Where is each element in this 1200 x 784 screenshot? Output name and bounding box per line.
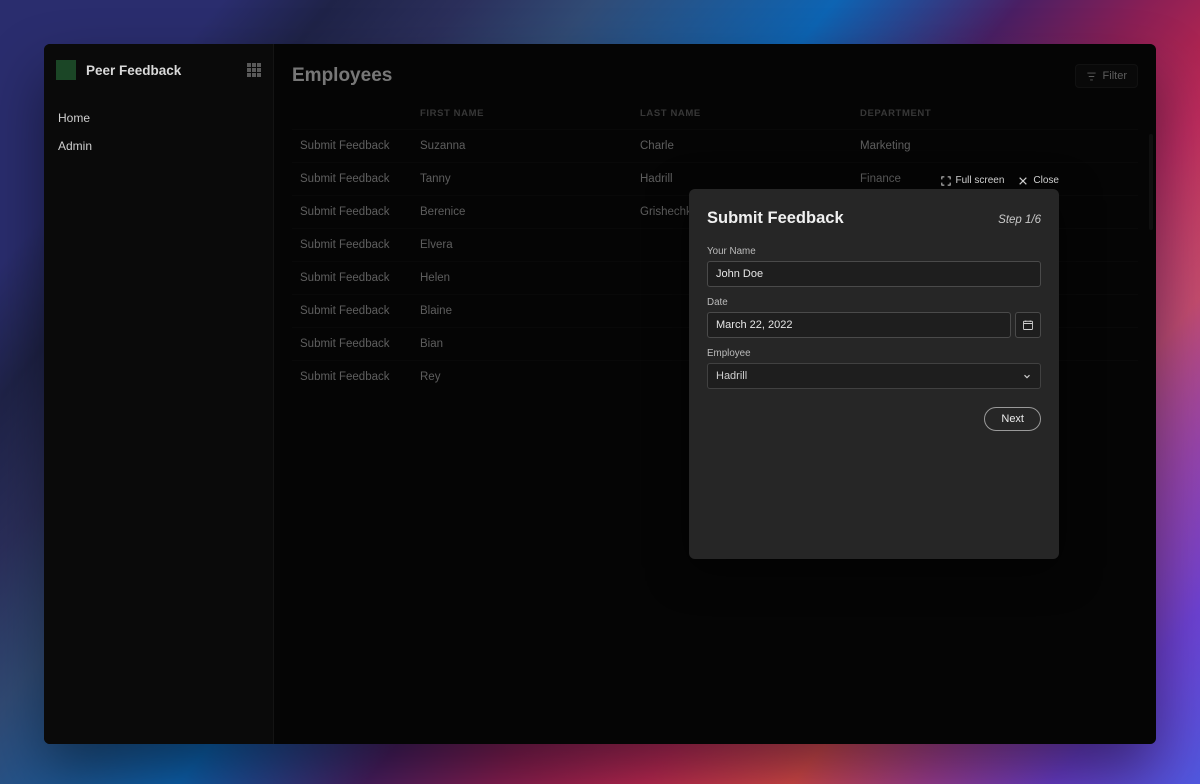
nav-list: Home Admin	[44, 98, 273, 160]
date-input[interactable]	[707, 312, 1011, 338]
sidebar-item-admin[interactable]: Admin	[44, 132, 273, 160]
date-picker-button[interactable]	[1015, 312, 1041, 338]
brand: Peer Feedback	[44, 54, 273, 98]
sidebar-item-home[interactable]: Home	[44, 104, 273, 132]
modal-step: Step 1/6	[998, 214, 1041, 226]
employee-select-value: Hadrill	[716, 370, 747, 382]
fullscreen-icon	[941, 176, 951, 186]
close-icon	[1018, 176, 1028, 186]
apps-grid-icon[interactable]	[247, 63, 261, 77]
employee-select[interactable]: Hadrill	[707, 363, 1041, 389]
your-name-input[interactable]	[707, 261, 1041, 287]
employee-label: Employee	[707, 348, 1041, 359]
next-button[interactable]: Next	[984, 407, 1041, 431]
modal-close-label: Close	[1033, 175, 1059, 186]
next-button-label: Next	[1001, 413, 1024, 425]
brand-logo	[56, 60, 76, 80]
modal-title: Submit Feedback	[707, 209, 844, 228]
brand-name: Peer Feedback	[86, 63, 181, 78]
date-label: Date	[707, 297, 1041, 308]
chevron-down-icon	[1022, 371, 1032, 381]
sidebar: Peer Feedback Home Admin	[44, 44, 274, 744]
modal-fullscreen-label: Full screen	[956, 175, 1005, 186]
main: Employees Filter First Name Last Name De…	[274, 44, 1156, 744]
app-window: Peer Feedback Home Admin Employees Filte…	[44, 44, 1156, 744]
modal-fullscreen-button[interactable]: Full screen	[941, 175, 1005, 186]
modal-close-button[interactable]: Close	[1018, 175, 1059, 186]
name-label: Your Name	[707, 246, 1041, 257]
calendar-icon	[1022, 319, 1034, 331]
modal-chrome: Full screen Close Submit Feedback Step 1…	[689, 189, 1059, 559]
submit-feedback-modal: Submit Feedback Step 1/6 Your Name Date	[689, 189, 1059, 559]
